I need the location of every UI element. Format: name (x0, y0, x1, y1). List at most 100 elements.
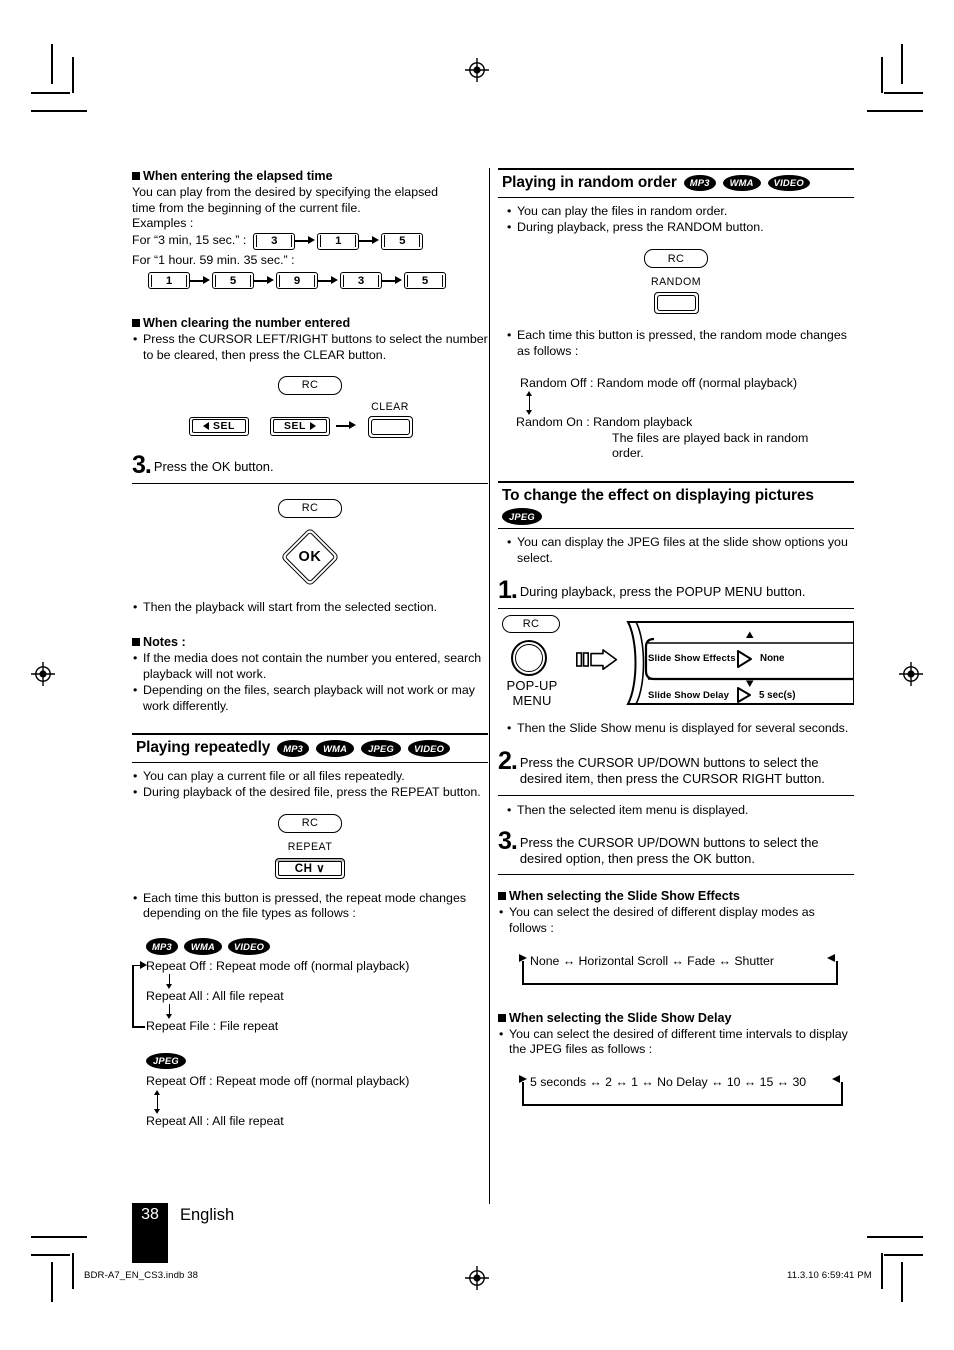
rc-pill-label: RC (278, 375, 342, 395)
number-key-3[interactable]: 3 (253, 232, 296, 250)
triangle-right-icon (310, 422, 316, 431)
random-label: RANDOM (650, 276, 702, 289)
slide-show-delay-heading: When selecting the Slide Show Delay (498, 1010, 854, 1026)
cycle-bracket-right (836, 960, 838, 985)
cursor-left-button[interactable]: SEL (189, 416, 249, 436)
clear-button-diagram: SEL SEL CLEAR (132, 401, 488, 445)
step-number: 2 (498, 749, 517, 774)
menu-row-value-effects[interactable]: None (760, 653, 785, 664)
list-item: During playback, press the RANDOM button… (506, 220, 854, 236)
list-item: During playback of the desired file, pre… (132, 785, 488, 801)
example-2-row: 1 5 9 3 5 (148, 272, 488, 290)
cursor-right-button[interactable]: SEL (270, 416, 330, 436)
step-2-cursor-select: 2 Press the CURSOR UP/DOWN buttons to se… (498, 749, 854, 796)
ok-button-diagram: RC OK (132, 498, 488, 587)
notes-heading: Notes : (132, 634, 488, 650)
clear-button[interactable] (368, 415, 413, 438)
heading-text: When clearing the number entered (143, 316, 351, 331)
cycle-bracket-bottom (522, 1104, 843, 1107)
repeat-flow-av: MP3 WMA VIDEO Repeat Off : Repeat mode o… (132, 938, 488, 1035)
example-1-row: For “3 min, 15 sec.” : 3 1 5 (132, 232, 488, 250)
number-key-5[interactable]: 5 (404, 272, 446, 290)
page-number-badge: 38 (132, 1203, 168, 1263)
number-key-5[interactable]: 5 (381, 232, 424, 250)
number-key-5[interactable]: 5 (212, 272, 254, 290)
step-3-select-option: 3 Press the CURSOR UP/DOWN buttons to se… (498, 828, 854, 876)
square-bullet-icon (498, 1013, 506, 1022)
arrow-down-icon (164, 1004, 176, 1020)
sel-label: SEL (283, 420, 306, 432)
rc-pill-label: RC (502, 615, 560, 634)
flow-item-sub: The files are played back in random (612, 430, 809, 445)
menu-row-value-delay[interactable]: 5 sec(s) (759, 690, 796, 701)
transition-arrow-icon (576, 649, 618, 671)
arrow-up-down-icon (524, 391, 536, 416)
badge-mp3: MP3 (277, 740, 310, 757)
number-key-3[interactable]: 3 (340, 272, 382, 290)
channel-down-button[interactable]: CH ∨ (275, 857, 345, 879)
slide-show-delay-block: When selecting the Slide Show Delay You … (498, 1010, 854, 1114)
number-key-1[interactable]: 1 (148, 272, 190, 290)
badge-jpeg: JPEG (146, 1052, 186, 1070)
badge-wma: WMA (722, 174, 761, 192)
examples-label: Examples : (132, 216, 194, 231)
slide-show-delay-cycle: 5 seconds ↔ 2 ↔ 1 ↔ No Delay ↔ 10 ↔ 15 ↔… (519, 1074, 845, 1114)
step-1-result: Then the Slide Show menu is displayed fo… (506, 721, 854, 737)
random-button-diagram: RC RANDOM (498, 249, 854, 315)
elapsed-body-1: You can play from the desired by specify… (132, 185, 439, 199)
list-item: You can select the desired of different … (498, 1027, 854, 1058)
menu-row-label-effects[interactable]: Slide Show Effects (648, 653, 736, 664)
list-item: Then the Slide Show menu is displayed fo… (506, 721, 854, 737)
section-header-playing-random: Playing in random order MP3 WMA VIDEO (498, 168, 854, 198)
slide-show-delay-bullets: You can select the desired of different … (498, 1027, 854, 1058)
arrow-right-icon (336, 420, 358, 432)
cycle-arrow-right-icon (832, 1075, 840, 1084)
random-button[interactable] (653, 292, 699, 315)
manual-page: When entering the elapsed time You can p… (0, 0, 954, 1350)
section-header-playing-repeatedly: Playing repeatedly MP3 WMA JPEG VIDEO (132, 733, 488, 764)
section-header-change-effect: To change the effect on displaying pictu… (498, 481, 854, 529)
flow-item-sub: order. (612, 446, 644, 461)
repeat-label: REPEAT (287, 840, 333, 853)
ok-button[interactable]: OK (280, 527, 340, 587)
arrow-right-icon (254, 275, 276, 287)
arrow-right-icon (382, 275, 404, 287)
number-key-9[interactable]: 9 (276, 272, 318, 290)
repeat-flow-jpeg: JPEG Repeat Off : Repeat mode off (norma… (132, 1052, 488, 1129)
heading-text: When selecting the Slide Show Effects (509, 889, 740, 904)
section-title: To change the effect on displaying pictu… (502, 487, 814, 505)
cycle-bracket-bottom (522, 982, 838, 985)
clearing-bullets: Press the CURSOR LEFT/RIGHT buttons to s… (132, 332, 488, 363)
clearing-number-block: When clearing the number entered Press t… (132, 315, 488, 444)
notes-block: Notes : If the media does not contain th… (132, 634, 488, 714)
cycle-bracket-left (522, 1082, 524, 1107)
number-key-1[interactable]: 1 (317, 232, 360, 250)
popup-menu-button-label-2: MENU (512, 693, 552, 709)
right-column: Playing in random order MP3 WMA VIDEO Yo… (498, 168, 854, 1114)
step-number: 3 (132, 452, 151, 477)
badge-wma: WMA (183, 938, 222, 955)
badge-mp3: MP3 (683, 174, 716, 192)
step-text: Press the OK button. (153, 458, 274, 474)
flow-item: Random On : Random playback (516, 415, 693, 430)
step-text: During playback, press the POPUP MENU bu… (519, 584, 806, 600)
heading-text: When selecting the Slide Show Delay (509, 1010, 732, 1025)
popup-menu-button[interactable] (511, 640, 547, 677)
rc-pill-label: RC (278, 813, 342, 833)
flow-item: Random Off : Random mode off (normal pla… (520, 375, 798, 390)
list-item: If the media does not contain the number… (132, 651, 488, 682)
cycle-bracket-left (522, 960, 524, 985)
left-column: When entering the elapsed time You can p… (132, 168, 488, 1129)
clear-rc-row: RC (132, 375, 488, 395)
popup-menu-button-label-1: POP-UP (506, 678, 558, 694)
menu-row-label-delay[interactable]: Slide Show Delay (648, 690, 729, 701)
ok-label: OK (298, 548, 322, 565)
notes-list: If the media does not contain the number… (132, 651, 488, 714)
ch-button-label: CH ∨ (294, 862, 326, 876)
badge-video: VIDEO (227, 938, 271, 955)
flow-item: Repeat Off : Repeat mode off (normal pla… (146, 958, 410, 973)
repeat-flow-av-badges: MP3 WMA VIDEO (146, 938, 488, 955)
step-number: 1 (498, 578, 517, 603)
print-footer-right: 11.3.10 6:59:41 PM (787, 1270, 872, 1281)
page-language-label: English (180, 1206, 235, 1224)
